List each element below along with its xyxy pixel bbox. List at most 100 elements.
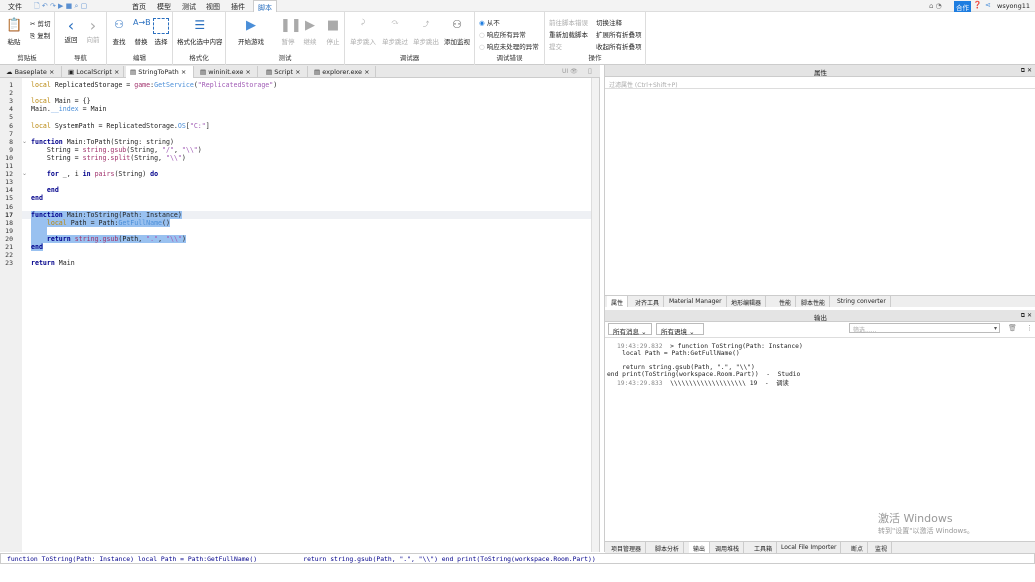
- all-label: 响应所有异常: [486, 31, 526, 39]
- copy-button[interactable]: ⎘ 复制: [30, 30, 50, 41]
- menu-plugins[interactable]: 插件: [231, 2, 245, 12]
- panel-tab[interactable]: 对齐工具: [631, 296, 665, 307]
- stop-button[interactable]: ■ 停止: [325, 18, 341, 46]
- reload-script-button[interactable]: 重新加载脚本: [549, 29, 588, 39]
- split-view-icon[interactable]: ▯: [588, 67, 592, 75]
- ui-toggle[interactable]: UI 👁: [562, 68, 578, 75]
- menu-model[interactable]: 模型: [157, 2, 171, 12]
- paste-label: 粘贴: [7, 38, 21, 46]
- pause-button[interactable]: ❚❚ 暂停: [280, 18, 302, 46]
- close-icon[interactable]: ×: [245, 68, 250, 76]
- tab-stringtopath[interactable]: ▤ StringToPath ×: [126, 66, 194, 78]
- tab-baseplate[interactable]: ☁ Baseplate ×: [2, 66, 62, 78]
- find-button[interactable]: ⚇ 查找: [111, 18, 127, 46]
- line-number: 11: [5, 162, 13, 170]
- fold-icon[interactable]: ⌄: [22, 170, 27, 177]
- play-icon: ▶: [305, 18, 315, 33]
- collapse-all-button[interactable]: 收起所有折叠项: [596, 41, 642, 51]
- toggle-comment-button[interactable]: 切换注释: [596, 17, 622, 27]
- code-token: function: [31, 210, 63, 219]
- panel-tab[interactable]: 地形编辑器: [727, 296, 767, 307]
- notification-icons[interactable]: ⌂ ◔: [929, 2, 942, 10]
- panel-tab[interactable]: String converter: [833, 296, 891, 307]
- add-watch-button[interactable]: ⚇ 添加监视: [444, 18, 470, 46]
- group-label: 导航: [74, 54, 87, 62]
- commit-button[interactable]: 提交: [549, 41, 562, 51]
- panel-controls[interactable]: ⧉ ✕: [1021, 67, 1032, 75]
- paste-button[interactable]: 📋 粘贴: [6, 18, 22, 46]
- close-icon[interactable]: ×: [181, 68, 186, 76]
- code-editor[interactable]: 1 2 3 4 5 6 7 8 9 10 11 12 13 14 15 16 17 18 19 20 21 22 23 lo…: [0, 78, 600, 552]
- context-filter-dropdown[interactable]: 所有语境 ⌄: [656, 323, 704, 336]
- panel-tab[interactable]: Local File Importer: [777, 542, 842, 553]
- panel-tab[interactable]: 输出: [689, 542, 711, 553]
- more-icon[interactable]: ⋮: [1026, 324, 1033, 332]
- step-into-button[interactable]: ⤸ 单步跳入: [350, 18, 376, 46]
- close-icon[interactable]: ×: [295, 68, 300, 76]
- tab-explorer[interactable]: ▤ explorer.exe ×: [310, 66, 376, 78]
- code-token: _, i: [58, 170, 83, 179]
- fold-icon[interactable]: ⌄: [22, 138, 27, 145]
- vertical-scrollbar[interactable]: [591, 78, 599, 552]
- group-actions: 前往脚本错误 重新加载脚本 提交 切换注释 扩展所有折叠项 收起所有折叠项 操作: [545, 12, 646, 65]
- copy-label: 复制: [37, 32, 51, 40]
- code-token: GetService: [154, 81, 194, 89]
- start-game-button[interactable]: ▶ 开始游戏: [238, 18, 264, 46]
- code-token: "\\": [165, 153, 182, 162]
- radio-all-exceptions[interactable]: ○ 响应所有异常: [479, 29, 526, 39]
- menu-home[interactable]: 首页: [132, 2, 146, 12]
- panel-tab[interactable]: 属性: [607, 296, 629, 307]
- panel-tab[interactable]: Material Manager: [665, 296, 727, 307]
- panel-tab[interactable]: 脚本分析: [651, 542, 685, 553]
- radio-never[interactable]: ◉ 从不: [479, 17, 500, 27]
- goto-error-button[interactable]: 前往脚本错误: [549, 17, 588, 27]
- close-icon[interactable]: ×: [364, 68, 369, 76]
- cut-button[interactable]: ✂ 剪切: [30, 18, 51, 28]
- replace-button[interactable]: A→B 替换: [133, 18, 151, 46]
- panel-controls[interactable]: ⧉ ✕: [1021, 312, 1032, 320]
- help-icon[interactable]: ❓: [973, 1, 982, 9]
- tab-localscript[interactable]: ▣ LocalScript ×: [64, 66, 124, 78]
- close-icon[interactable]: ×: [49, 68, 54, 76]
- trash-icon[interactable]: 🗑: [1008, 324, 1017, 332]
- expand-all-button[interactable]: 扩展所有折叠项: [596, 29, 642, 39]
- code-token: local: [31, 97, 51, 106]
- log-text: > function ToString(Path: Instance): [662, 343, 803, 350]
- close-icon[interactable]: ×: [114, 68, 119, 76]
- panel-tab[interactable]: 项目管理器: [607, 542, 647, 553]
- panel-tab[interactable]: 工具箱: [750, 542, 778, 553]
- resume-button[interactable]: ▶ 继续: [302, 18, 318, 46]
- step-out-button[interactable]: ⤴ 单步跳出: [413, 18, 439, 46]
- forward-button[interactable]: › 向前: [85, 16, 101, 44]
- tab-wininit[interactable]: ▤ wininit.exe ×: [196, 66, 258, 78]
- tab-label: StringToPath: [138, 68, 179, 76]
- output-search-input[interactable]: 筛选...... ▾: [849, 323, 1000, 334]
- code-token: String =: [31, 153, 83, 162]
- panel-tab[interactable]: 断点: [847, 542, 869, 553]
- code-line: [31, 226, 47, 235]
- radio-unhandled[interactable]: ○ 响应未处理的异常: [479, 41, 539, 51]
- log-timestamp: 19:43:29.832: [617, 343, 663, 350]
- menu-file[interactable]: 文件: [8, 2, 22, 12]
- tab-script[interactable]: ▤ Script ×: [262, 66, 308, 78]
- panel-tab[interactable]: 监视: [871, 542, 893, 553]
- command-bar[interactable]: function ToString(Path: Instance) local …: [0, 553, 1035, 564]
- panel-tab[interactable]: 调用堆栈: [711, 542, 745, 553]
- user-menu[interactable]: wsyong11: [997, 2, 1030, 10]
- messages-filter-dropdown[interactable]: 所有消息 ⌄: [608, 323, 652, 336]
- select-button[interactable]: 选择: [153, 18, 169, 46]
- menu-test[interactable]: 测试: [182, 2, 196, 12]
- share-icon[interactable]: ⋖: [985, 1, 991, 9]
- watch-icon: ⚇: [452, 18, 462, 31]
- format-selection-button[interactable]: ☰ 格式化选中内容: [177, 18, 223, 46]
- step-into-label: 单步跳入: [350, 38, 376, 46]
- group-label: 剪贴板: [17, 54, 37, 62]
- step-over-button[interactable]: ⤼ 单步跳过: [382, 18, 408, 46]
- panel-tab[interactable]: 性能: [775, 296, 797, 307]
- panel-tab[interactable]: 脚本性能: [797, 296, 831, 307]
- properties-filter-input[interactable]: 过滤属性 (Ctrl+Shift+P): [605, 78, 1035, 89]
- back-button[interactable]: ‹ 返回: [63, 16, 79, 44]
- menu-view[interactable]: 视图: [206, 2, 220, 12]
